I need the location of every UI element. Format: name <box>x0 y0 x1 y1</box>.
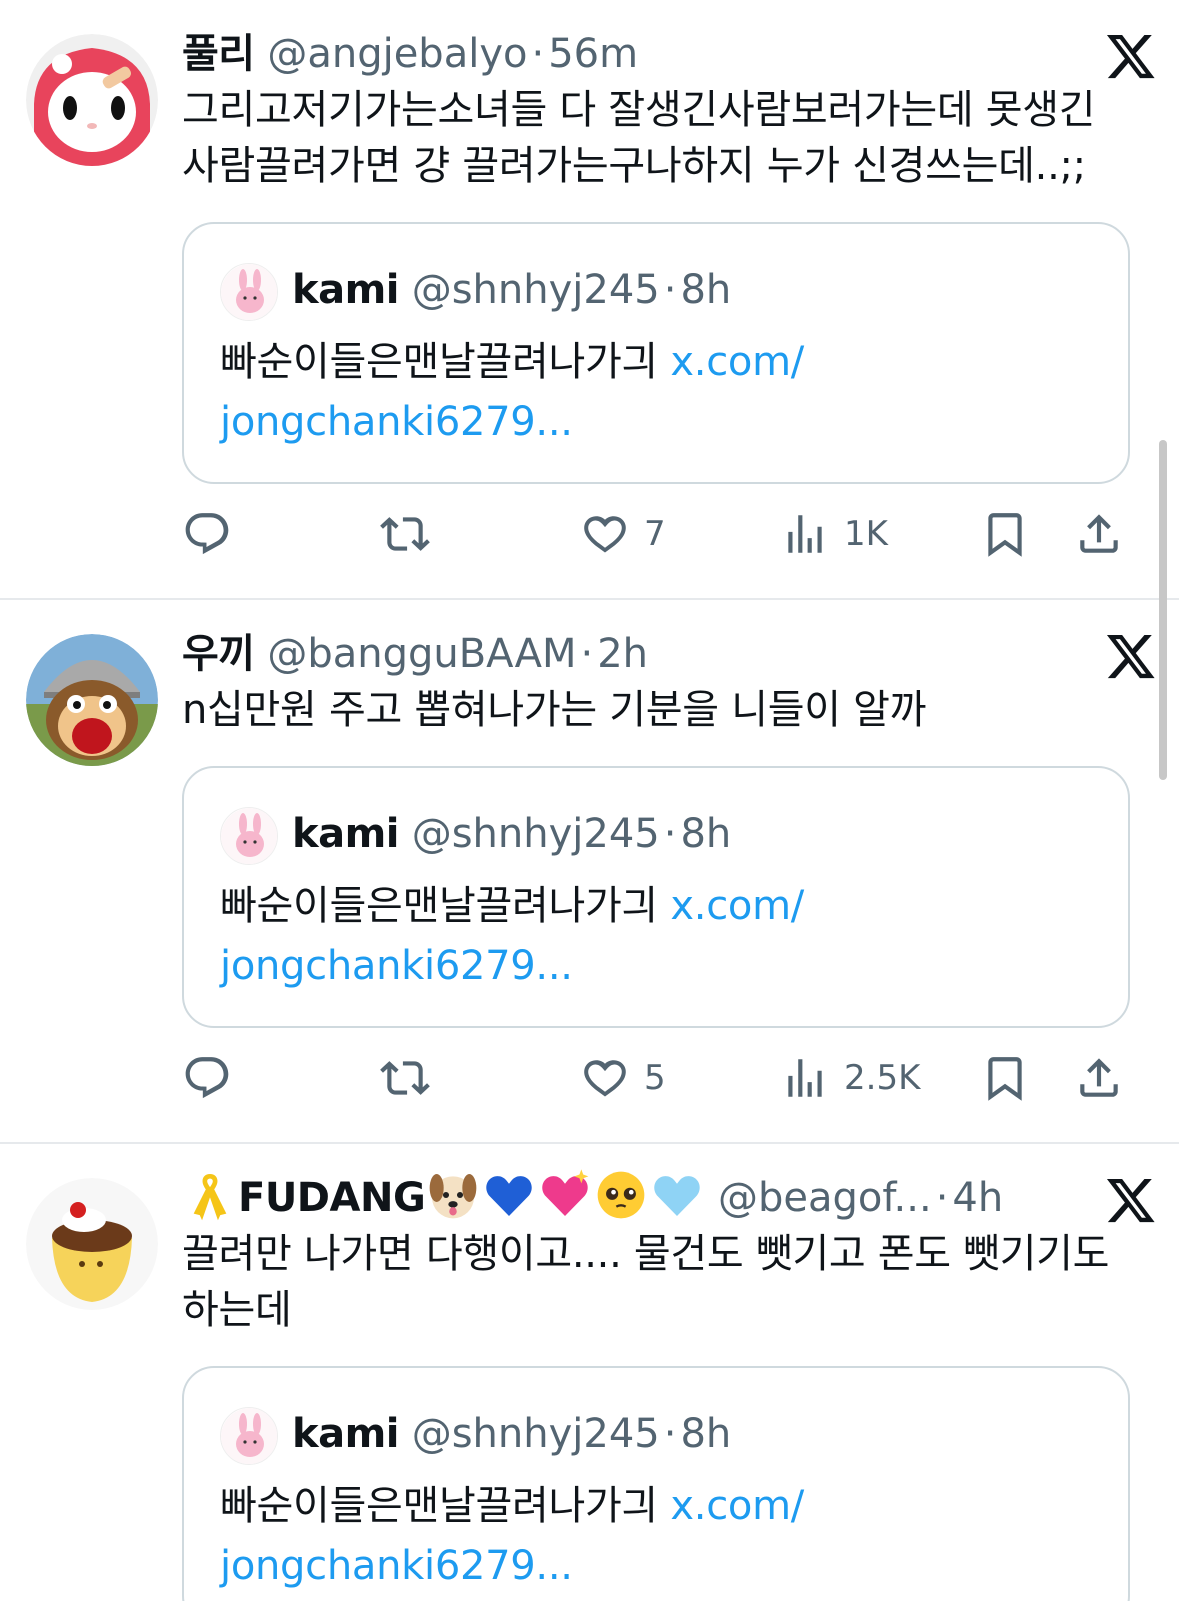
view-count: 2.5K <box>844 1058 921 1098</box>
like-button[interactable]: 5 <box>580 1048 666 1108</box>
retweet-button[interactable] <box>380 1048 430 1108</box>
ribbon-icon <box>182 1167 238 1223</box>
retweet-icon <box>380 1053 430 1103</box>
views-button[interactable]: 1K <box>780 504 888 564</box>
tweet-header: 우끼 @bangguBAAM · 2h <box>182 631 649 677</box>
display-name[interactable]: 풀리 <box>182 31 255 77</box>
view-count: 1K <box>844 514 888 554</box>
like-button[interactable]: 7 <box>580 504 666 564</box>
share-icon <box>1074 1053 1124 1103</box>
timestamp[interactable]: 8h <box>680 811 731 857</box>
display-name[interactable]: kami <box>292 267 399 313</box>
tweet[interactable]: FUDANG @beagof... · 4h 끌려만 나가면 다행이고.... 물건… <box>0 1144 1179 1601</box>
display-name[interactable]: FUDANG <box>238 1175 426 1221</box>
timestamp[interactable]: 8h <box>680 1411 731 1457</box>
quoted-tweet-text: 빠순이들은맨날끌려나가긔 x.com/ jongchanki6279... <box>220 1476 1100 1596</box>
like-count: 7 <box>644 514 666 554</box>
x-logo-icon <box>1105 630 1157 682</box>
retweet-button[interactable] <box>380 504 430 564</box>
tweet-header: 풀리 @angjebalyo · 56m <box>182 31 639 77</box>
heart-icon <box>580 1053 630 1103</box>
quoted-tweet[interactable]: kami @shnhyj245 · 8h 빠순이들은맨날끌려나가긔 x.com/ j… <box>182 222 1130 484</box>
tweet[interactable]: 풀리 @angjebalyo · 56m 그리고저기가는소녀들 다 잘생긴사람보러가… <box>0 0 1179 598</box>
user-handle[interactable]: @bangguBAAM <box>267 631 576 677</box>
tweet-text: n십만원 주고 뽑혀나가는 기분을 니들이 알까 <box>182 687 927 733</box>
avatar[interactable] <box>26 634 158 766</box>
display-name[interactable]: kami <box>292 811 399 857</box>
retweet-icon <box>380 509 430 559</box>
user-handle[interactable]: @shnhyj245 <box>412 1411 660 1457</box>
quoted-tweet-body: 빠순이들은맨날끌려나가긔 <box>220 339 671 385</box>
share-button[interactable] <box>1074 1048 1124 1108</box>
quoted-tweet-header: kami @shnhyj245 · 8h <box>220 804 731 865</box>
user-handle[interactable]: @beagof... <box>718 1175 932 1221</box>
x-logo-icon <box>1105 1174 1157 1226</box>
action-bar: 5 2.5K <box>182 1048 1142 1108</box>
avatar <box>220 263 278 321</box>
light-blue-heart-icon <box>649 1167 705 1223</box>
quoted-tweet-body: 빠순이들은맨날끌려나가긔 <box>220 883 671 929</box>
heart-icon <box>580 509 630 559</box>
avatar[interactable] <box>26 34 158 166</box>
quoted-tweet-text: 빠순이들은맨날끌려나가긔 x.com/ jongchanki6279... <box>220 332 1100 452</box>
like-count: 5 <box>644 1058 666 1098</box>
tweet-header: FUDANG @beagof... · 4h <box>182 1167 1003 1226</box>
bookmark-icon <box>980 1053 1030 1103</box>
avatar <box>220 807 278 865</box>
bookmark-button[interactable] <box>980 1048 1030 1108</box>
tweet-text: 끌려만 나가면 다행이고.... 물건도 뺏기고 폰도 뺏기기도 하는데 <box>182 1231 1110 1333</box>
dog-face-icon <box>425 1167 481 1223</box>
quoted-tweet-header: kami @shnhyj245 · 8h <box>220 260 731 321</box>
scrollbar[interactable] <box>1159 440 1167 780</box>
reply-button[interactable] <box>182 1048 232 1108</box>
blue-heart-icon <box>481 1167 537 1223</box>
quoted-tweet[interactable]: kami @shnhyj245 · 8h 빠순이들은맨날끌려나가긔 x.com/ j… <box>182 1366 1130 1601</box>
timestamp[interactable]: 4h <box>952 1175 1003 1221</box>
quoted-tweet[interactable]: kami @shnhyj245 · 8h 빠순이들은맨날끌려나가긔 x.com/ j… <box>182 766 1130 1028</box>
pleading-face-icon <box>593 1167 649 1223</box>
timestamp[interactable]: 8h <box>680 267 731 313</box>
reply-icon <box>182 509 232 559</box>
reply-button[interactable] <box>182 504 232 564</box>
views-icon <box>780 509 830 559</box>
timestamp[interactable]: 2h <box>597 631 648 677</box>
quoted-tweet-text: 빠순이들은맨날끌려나가긔 x.com/ jongchanki6279... <box>220 876 1100 996</box>
tweet-text: 그리고저기가는소녀들 다 잘생긴사람보러가는데 못생긴 사람끌려가면 걍 끌려가… <box>182 87 1096 189</box>
avatar[interactable] <box>26 1178 158 1310</box>
share-button[interactable] <box>1074 504 1124 564</box>
user-handle[interactable]: @shnhyj245 <box>412 267 660 313</box>
quoted-tweet-body: 빠순이들은맨날끌려나가긔 <box>220 1483 671 1529</box>
display-name[interactable]: kami <box>292 1411 399 1457</box>
display-name[interactable]: 우끼 <box>182 631 255 677</box>
tweet[interactable]: 우끼 @bangguBAAM · 2h n십만원 주고 뽑혀나가는 기분을 니들이 … <box>0 600 1179 1142</box>
reply-icon <box>182 1053 232 1103</box>
bookmark-button[interactable] <box>980 504 1030 564</box>
bookmark-icon <box>980 509 1030 559</box>
user-handle[interactable]: @angjebalyo <box>267 31 527 77</box>
user-handle[interactable]: @shnhyj245 <box>412 811 660 857</box>
views-button[interactable]: 2.5K <box>780 1048 920 1108</box>
timestamp[interactable]: 56m <box>548 31 638 77</box>
share-icon <box>1074 509 1124 559</box>
quoted-tweet-header: kami @shnhyj245 · 8h <box>220 1404 731 1465</box>
avatar <box>220 1407 278 1465</box>
views-icon <box>780 1053 830 1103</box>
action-bar: 7 1K <box>182 504 1142 564</box>
x-logo-icon <box>1105 30 1157 82</box>
sparkling-heart-icon <box>537 1167 593 1223</box>
